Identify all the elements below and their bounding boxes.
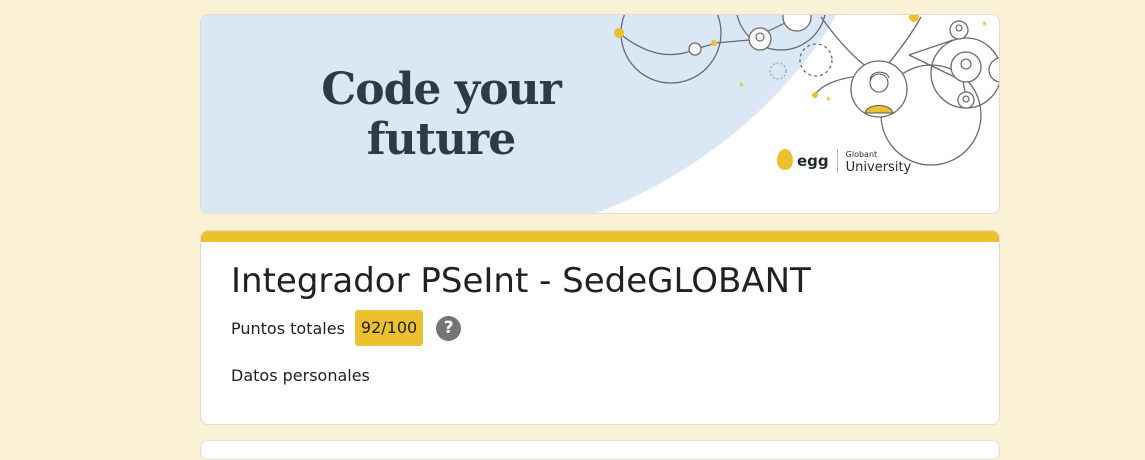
section-label: Datos personales: [231, 366, 370, 385]
next-card: [200, 440, 1000, 460]
brand-name: egg: [797, 152, 829, 170]
brand-divider: [836, 149, 838, 173]
banner-title-line-1: Code your: [321, 64, 562, 115]
university-small-text: Globant: [845, 150, 878, 159]
brand-logo: egg Globant University: [775, 147, 911, 175]
banner-title: Code your future: [311, 65, 571, 165]
egg-logo-icon: [775, 150, 793, 172]
score-badge: 92/100: [354, 310, 424, 346]
points-row: Puntos totales 92/100 ?: [231, 309, 462, 347]
header-banner: Code your future egg Globant University: [200, 14, 1000, 214]
form-title: Integrador PSeInt - SedeGLOBANT: [231, 261, 811, 301]
card-accent-bar: [201, 231, 999, 242]
university-logo: Globant University: [845, 149, 912, 175]
form-header-card: Integrador PSeInt - SedeGLOBANT Puntos t…: [200, 230, 1000, 425]
university-big-text: University: [845, 160, 912, 175]
banner-title-line-2: future: [366, 114, 516, 165]
help-circle-icon[interactable]: ?: [436, 315, 462, 341]
points-label: Puntos totales: [231, 318, 345, 338]
